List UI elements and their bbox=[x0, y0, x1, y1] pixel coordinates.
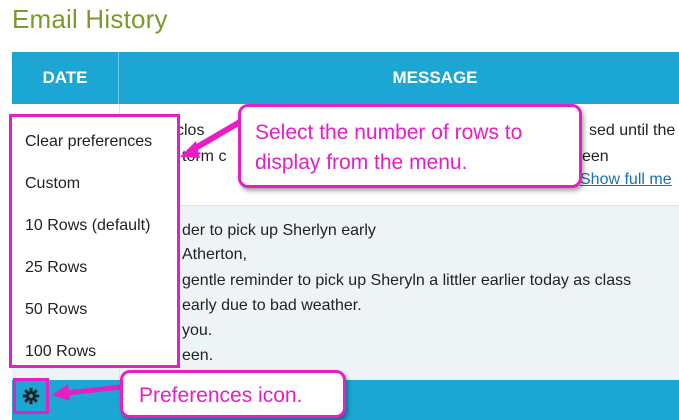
message-text: you. bbox=[182, 322, 213, 339]
preferences-button[interactable] bbox=[13, 378, 49, 414]
preferences-menu: Clear preferences Custom 10 Rows (defaul… bbox=[9, 114, 180, 368]
message-text: sed until the bbox=[589, 122, 676, 139]
menu-item-custom[interactable]: Custom bbox=[25, 175, 80, 193]
message-text: der to pick up Sherlyn early bbox=[182, 222, 376, 239]
callout-icon-hint: Preferences icon. bbox=[120, 370, 346, 418]
callout-menu-hint: Select the number of rows to display fro… bbox=[238, 104, 582, 188]
menu-item-25-rows[interactable]: 25 Rows bbox=[25, 259, 87, 277]
message-text: een. bbox=[182, 347, 214, 364]
message-text: een bbox=[582, 148, 609, 165]
message-text: gentle reminder to pick up Sheryln a lit… bbox=[182, 272, 632, 289]
menu-item-100-rows[interactable]: 100 Rows bbox=[25, 343, 96, 361]
column-header-message[interactable]: MESSAGE bbox=[120, 52, 679, 104]
show-full-message-link[interactable]: Show full me bbox=[580, 171, 672, 189]
message-text: torm c bbox=[182, 148, 227, 165]
column-header-date[interactable]: DATE bbox=[12, 52, 119, 104]
menu-item-clear-preferences[interactable]: Clear preferences bbox=[25, 133, 152, 151]
page-title: Email History bbox=[12, 4, 168, 34]
message-text: Atherton, bbox=[182, 246, 247, 263]
gear-icon bbox=[22, 387, 40, 405]
menu-item-10-rows[interactable]: 10 Rows (default) bbox=[25, 217, 150, 235]
menu-item-50-rows[interactable]: 50 Rows bbox=[25, 301, 87, 319]
message-text: early due to bad weather. bbox=[182, 297, 362, 314]
table-header: DATE MESSAGE bbox=[12, 52, 679, 104]
